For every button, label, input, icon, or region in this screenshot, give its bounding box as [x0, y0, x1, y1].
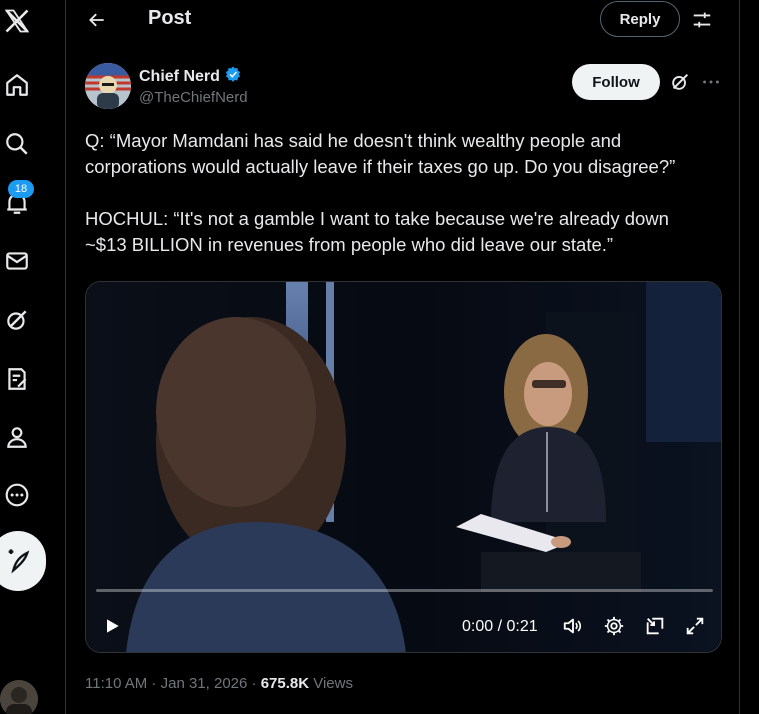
main-column: Post Reply Chief Nerd @TheChiefNerd Foll — [67, 0, 740, 714]
video-progress-bar[interactable] — [96, 589, 713, 592]
tweet-paragraph-question: Q: “Mayor Mamdani has said he doesn't th… — [85, 130, 676, 177]
volume-icon[interactable] — [561, 614, 585, 638]
more-options-icon[interactable] — [0, 478, 34, 512]
more-horizontal-icon[interactable] — [699, 70, 723, 94]
meta-separator: · — [147, 675, 161, 692]
x-logo-icon[interactable] — [0, 4, 34, 38]
grok-nav-icon[interactable] — [0, 303, 34, 337]
page-header: Post Reply — [67, 0, 740, 40]
picture-in-picture-icon[interactable] — [643, 614, 667, 638]
meta-separator: · — [247, 675, 261, 692]
fullscreen-icon[interactable] — [683, 614, 707, 638]
post-date[interactable]: Jan 31, 2026 — [161, 675, 248, 692]
compose-icon — [8, 549, 30, 574]
post-metadata: 11:10 AM · Jan 31, 2026 · 675.8K Views — [85, 675, 353, 692]
compose-button[interactable] — [0, 531, 46, 591]
author-display-name[interactable]: Chief Nerd — [139, 68, 220, 86]
verified-badge-icon — [224, 65, 242, 88]
notifications-badge: 18 — [8, 180, 34, 198]
video-frame — [86, 282, 721, 652]
reply-button[interactable]: Reply — [600, 1, 680, 37]
adjust-settings-icon[interactable] — [690, 8, 714, 32]
video-time: 0:00 / 0:21 — [462, 618, 538, 636]
video-current-time: 0:00 — [462, 618, 494, 635]
app: 18 Post Reply Chief Nerd @TheChiefNerd F… — [0, 0, 759, 714]
tweet-text: Q: “Mayor Mamdani has said he doesn't th… — [85, 128, 725, 258]
profile-icon[interactable] — [0, 420, 34, 454]
back-arrow-icon[interactable] — [85, 8, 109, 32]
video-player[interactable]: 0:00 / 0:21 — [85, 281, 722, 653]
settings-gear-icon[interactable] — [602, 614, 626, 638]
page-title: Post — [148, 7, 192, 29]
views-label: Views — [309, 675, 353, 692]
author-avatar[interactable] — [85, 63, 131, 109]
views-count: 675.8K — [260, 675, 310, 692]
messages-icon[interactable] — [0, 244, 34, 278]
author-name-row: Chief Nerd — [139, 65, 242, 88]
follow-button[interactable]: Follow — [572, 64, 660, 100]
grok-icon[interactable] — [668, 70, 692, 94]
video-time-separator: / — [493, 618, 507, 635]
play-icon[interactable] — [100, 614, 124, 638]
account-avatar[interactable] — [0, 680, 38, 714]
left-nav-rail: 18 — [0, 0, 66, 714]
post-time[interactable]: 11:10 AM — [85, 675, 147, 692]
author-handle[interactable]: @TheChiefNerd — [139, 89, 248, 106]
home-icon[interactable] — [0, 68, 34, 102]
search-icon[interactable] — [0, 127, 34, 161]
tweet-paragraph-answer: HOCHUL: “It's not a gamble I want to tak… — [85, 208, 669, 255]
video-duration: 0:21 — [506, 618, 538, 635]
lists-icon[interactable] — [0, 362, 34, 396]
